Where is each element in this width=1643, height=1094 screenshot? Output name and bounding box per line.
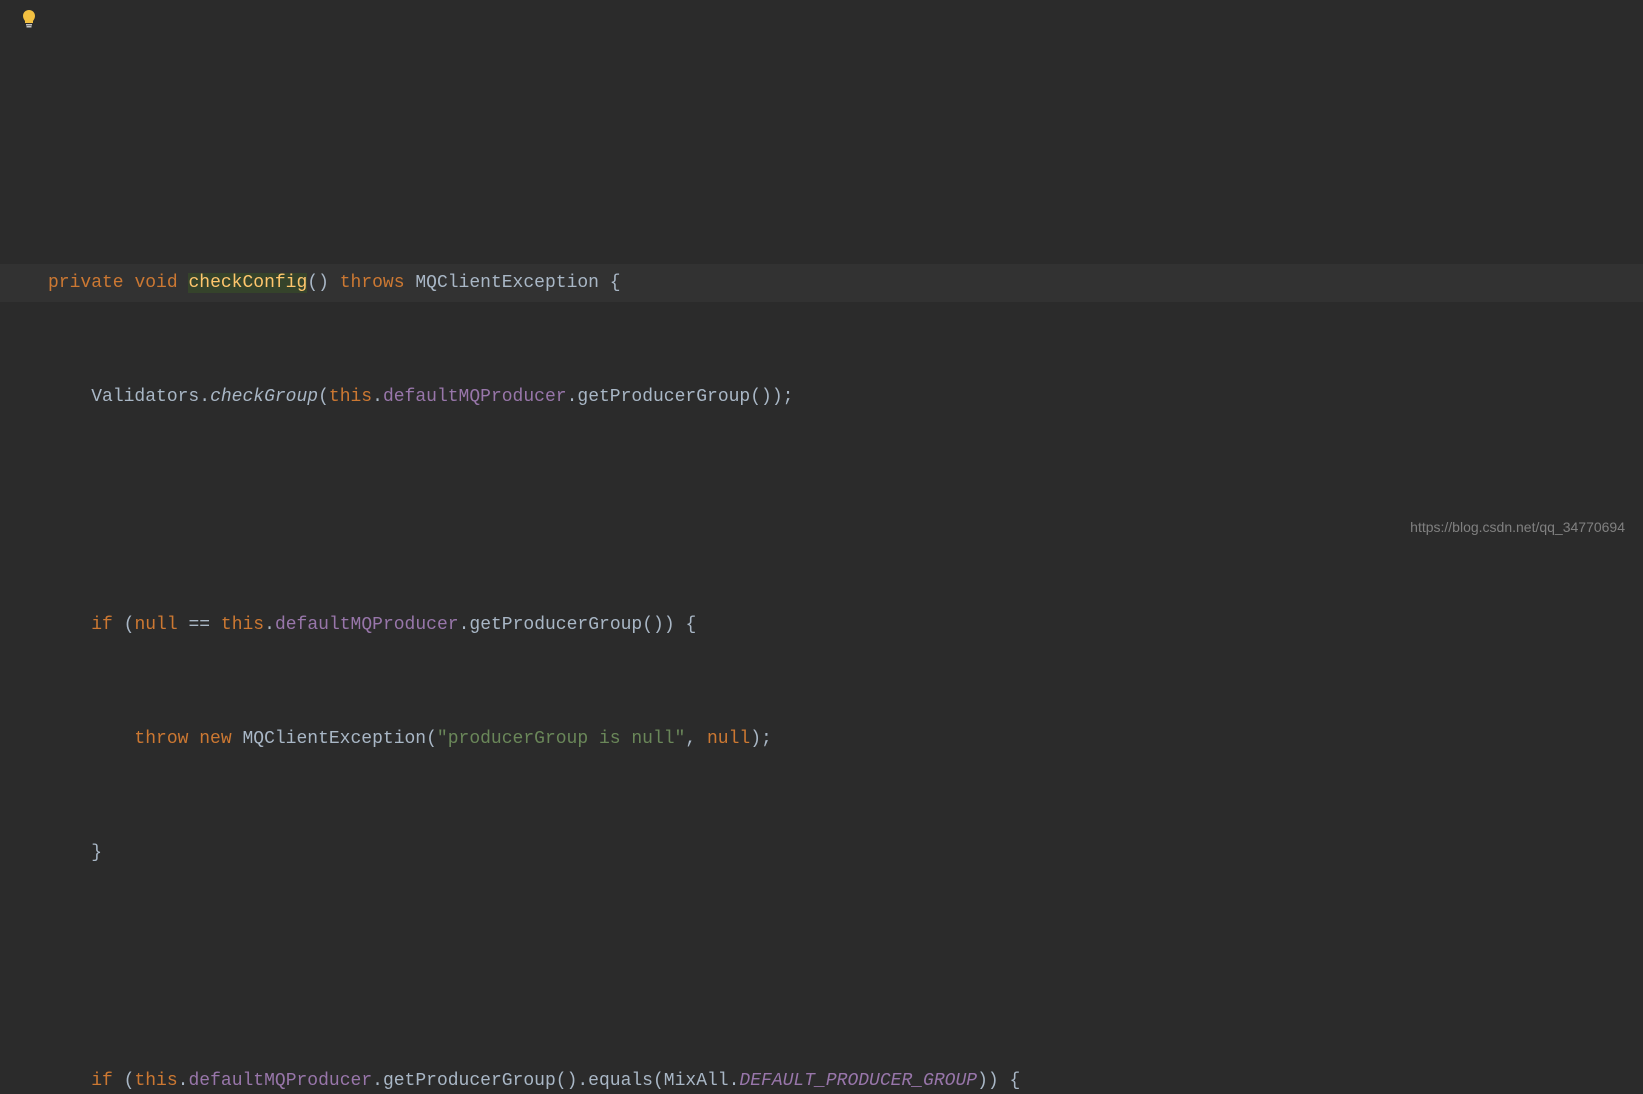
exception-type: MQClientException [415,273,599,293]
field-ref: defaultMQProducer [275,615,459,635]
keyword-if: if [91,1071,113,1091]
dot: . [264,615,275,635]
method-call: getProducerGroup [383,1071,556,1091]
keyword-new: new [199,729,231,749]
keyword-private: private [48,273,124,293]
operator: == [188,615,210,635]
paren: )) [977,1071,999,1091]
keyword-null: null [134,615,177,635]
static-method: checkGroup [210,387,318,407]
brace: { [685,615,696,635]
class-ref: Validators [91,387,199,407]
brace: } [91,843,102,863]
class-ref: MixAll [664,1071,729,1091]
keyword-this: this [134,1071,177,1091]
dot: . [178,1071,189,1091]
field-ref: defaultMQProducer [383,387,567,407]
paren: (). [556,1071,588,1091]
paren: ( [426,729,437,749]
brace: { [1009,1071,1020,1091]
code-line: if (this.defaultMQProducer.getProducerGr… [48,1062,1643,1094]
method-call: getProducerGroup [577,387,750,407]
paren: ( [653,1071,664,1091]
paren: ()); [750,387,793,407]
watermark-text: https://blog.csdn.net/qq_34770694 [1410,519,1625,535]
field-ref: defaultMQProducer [188,1071,372,1091]
string-literal: "producerGroup is null" [437,729,685,749]
paren: ( [318,387,329,407]
code-editor[interactable]: private void checkConfig() throws MQClie… [0,0,1643,1094]
intention-bulb-icon[interactable] [20,10,38,28]
brace: { [610,273,621,293]
dot: . [372,1071,383,1091]
static-field: DEFAULT_PRODUCER_GROUP [739,1071,977,1091]
dot: . [567,387,578,407]
code-line: private void checkConfig() throws MQClie… [0,264,1643,302]
method-call: equals [588,1071,653,1091]
code-line: throw new MQClientException("producerGro… [48,720,1643,758]
code-content: private void checkConfig() throws MQClie… [20,160,1643,1094]
dot: . [372,387,383,407]
keyword-this: this [329,387,372,407]
keyword-if: if [91,615,113,635]
keyword-null: null [707,729,750,749]
paren: ); [750,729,772,749]
paren: () [307,273,329,293]
comma: , [685,729,707,749]
code-line [48,492,1643,530]
keyword-throws: throws [340,273,405,293]
keyword-throw: throw [134,729,188,749]
dot: . [729,1071,740,1091]
code-line: Validators.checkGroup(this.defaultMQProd… [48,378,1643,416]
method-name: checkConfig [188,273,307,293]
paren: ( [124,1071,135,1091]
code-line: if (null == this.defaultMQProducer.getPr… [48,606,1643,644]
paren: ( [124,615,135,635]
code-line: } [48,834,1643,872]
keyword-void: void [134,273,177,293]
keyword-this: this [221,615,264,635]
class-ref: MQClientException [242,729,426,749]
paren: ()) [642,615,674,635]
dot: . [199,387,210,407]
code-line [48,948,1643,986]
method-call: getProducerGroup [469,615,642,635]
dot: . [459,615,470,635]
